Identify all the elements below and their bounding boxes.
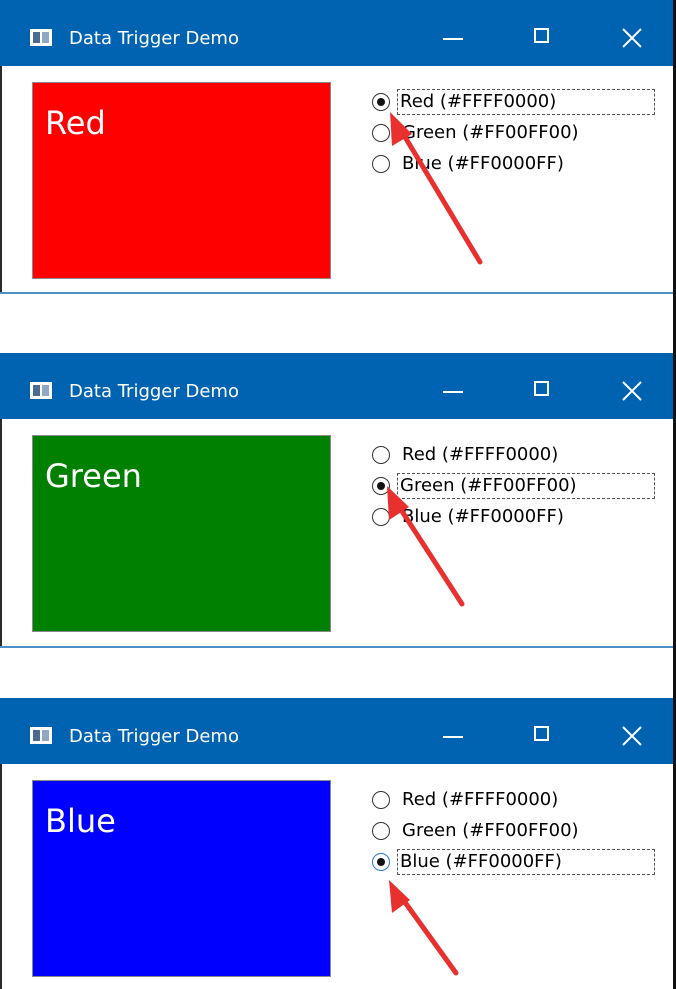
- radio-label[interactable]: Blue (#FF0000FF): [397, 849, 655, 875]
- radio-button-checked[interactable]: [372, 477, 390, 495]
- window-bottom-edge: [0, 646, 676, 648]
- window-bottom-edge: [0, 292, 676, 294]
- close-icon: [622, 28, 642, 48]
- app-icon: [30, 382, 52, 399]
- radio-button[interactable]: [372, 155, 390, 173]
- color-name-label: Blue: [45, 802, 116, 840]
- color-name-label: Red: [45, 104, 106, 142]
- radio-label[interactable]: Green (#FF00FF00): [399, 818, 582, 844]
- color-swatch: Green: [32, 435, 331, 632]
- title-bar[interactable]: Data Trigger Demo: [0, 698, 676, 764]
- maximize-icon: [534, 726, 549, 741]
- radio-button[interactable]: [372, 124, 390, 142]
- radio-label[interactable]: Red (#FFFF0000): [399, 442, 561, 468]
- minimize-button[interactable]: [430, 20, 478, 56]
- close-button[interactable]: [608, 718, 656, 754]
- window-client-area: Green Red (#FFFF0000) Green (#FF00FF00) …: [0, 419, 676, 648]
- minimize-icon: [443, 736, 463, 738]
- window-title: Data Trigger Demo: [69, 726, 239, 747]
- window-title: Data Trigger Demo: [69, 28, 239, 49]
- window-client-area: Blue Red (#FFFF0000) Green (#FF00FF00) B…: [0, 764, 676, 989]
- radio-button[interactable]: [372, 508, 390, 526]
- minimize-icon: [443, 391, 463, 393]
- app-icon: [30, 29, 52, 46]
- maximize-icon: [534, 381, 549, 396]
- title-bar[interactable]: Data Trigger Demo: [0, 0, 676, 66]
- window-blue: Data Trigger Demo Blue Red (#FFFF0000) G…: [0, 698, 676, 989]
- close-button[interactable]: [608, 373, 656, 409]
- radio-button[interactable]: [372, 446, 390, 464]
- radio-label[interactable]: Blue (#FF0000FF): [399, 504, 567, 530]
- close-button[interactable]: [608, 20, 656, 56]
- radio-button-checked[interactable]: [372, 93, 390, 111]
- color-swatch: Blue: [32, 780, 331, 977]
- radio-button[interactable]: [372, 822, 390, 840]
- color-name-label: Green: [45, 457, 142, 495]
- radio-label[interactable]: Red (#FFFF0000): [399, 787, 561, 813]
- window-client-area: Red Red (#FFFF0000) Green (#FF00FF00) Bl…: [0, 66, 676, 294]
- title-bar[interactable]: Data Trigger Demo: [0, 353, 676, 419]
- close-icon: [622, 381, 642, 401]
- app-icon: [30, 727, 52, 744]
- radio-button[interactable]: [372, 791, 390, 809]
- maximize-button[interactable]: [520, 718, 568, 754]
- radio-label[interactable]: Green (#FF00FF00): [399, 120, 582, 146]
- close-icon: [622, 726, 642, 746]
- window-title: Data Trigger Demo: [69, 381, 239, 402]
- radio-label[interactable]: Green (#FF00FF00): [397, 473, 655, 499]
- window-red: Data Trigger Demo Red Red (#FFFF0000) Gr…: [0, 0, 676, 294]
- window-green: Data Trigger Demo Green Red (#FFFF0000) …: [0, 353, 676, 648]
- maximize-icon: [534, 28, 549, 43]
- radio-button-checked[interactable]: [372, 853, 390, 871]
- maximize-button[interactable]: [520, 373, 568, 409]
- minimize-button[interactable]: [430, 373, 478, 409]
- minimize-icon: [443, 38, 463, 40]
- radio-label[interactable]: Red (#FFFF0000): [397, 89, 655, 115]
- maximize-button[interactable]: [520, 20, 568, 56]
- radio-label[interactable]: Blue (#FF0000FF): [399, 151, 567, 177]
- color-swatch: Red: [32, 82, 331, 279]
- minimize-button[interactable]: [430, 718, 478, 754]
